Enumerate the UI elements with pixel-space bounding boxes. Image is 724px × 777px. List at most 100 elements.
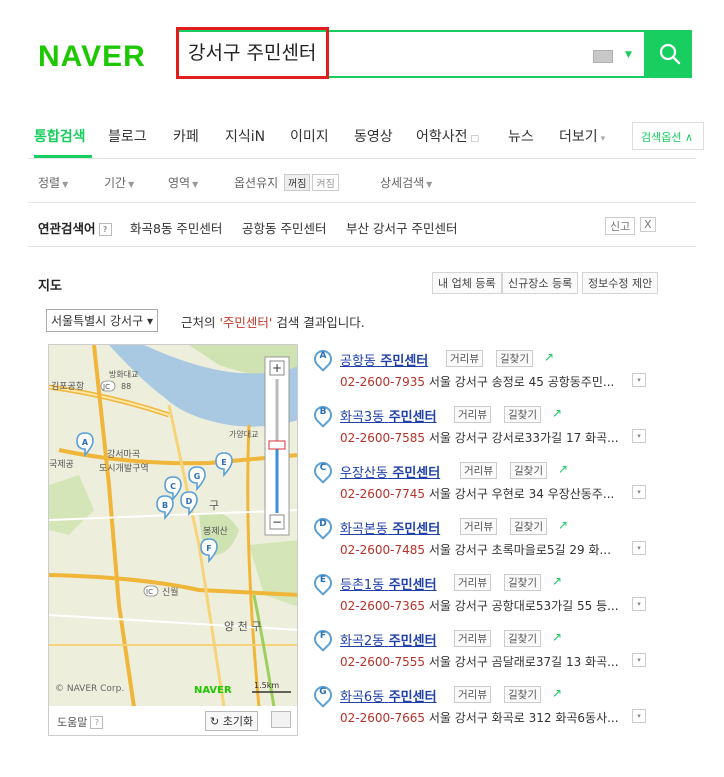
chevron-down-icon[interactable]: ▼ [625, 50, 632, 60]
active-tab-indicator [34, 155, 92, 158]
street-view-button[interactable]: 거리뷰 [460, 462, 497, 479]
place-name-link[interactable]: 공항동 주민센터 [340, 350, 428, 369]
place-name-link[interactable]: 등촌1동 주민센터 [340, 574, 437, 593]
list-item: F 화곡2동 주민센터 거리뷰 길찾기 ↗ 02-2600-7555 서울 강서… [310, 626, 694, 686]
street-view-button[interactable]: 거리뷰 [446, 350, 483, 367]
place-name-link[interactable]: 화곡2동 주민센터 [340, 630, 437, 649]
related-item[interactable]: 부산 강서구 주민센터 [346, 218, 457, 237]
expand-icon[interactable]: ▾ [632, 653, 646, 667]
tab-dictionary[interactable]: 어학사전 □ [416, 126, 479, 146]
map-label: JC [102, 383, 110, 391]
map-help[interactable]: 도움말? [57, 714, 104, 730]
tab-image[interactable]: 이미지 [290, 126, 329, 146]
tab-news[interactable]: 뉴스 [508, 126, 534, 146]
related-item[interactable]: 화곡8동 주민센터 [130, 218, 222, 237]
close-icon[interactable]: X [640, 217, 656, 232]
zoom-in-button[interactable]: + [272, 361, 282, 375]
map-label: IC [146, 588, 153, 596]
keep-option-off[interactable]: 꺼짐 [284, 174, 311, 191]
share-icon[interactable]: ↗ [544, 350, 554, 364]
share-icon[interactable]: ↗ [552, 406, 562, 420]
register-place-button[interactable]: 신규장소 등록 [502, 272, 579, 294]
query-highlight-box [176, 27, 329, 79]
naver-logo[interactable]: NAVER [38, 40, 146, 74]
share-icon[interactable]: ↗ [558, 518, 568, 532]
expand-icon[interactable]: ▾ [632, 373, 646, 387]
search-icon [659, 43, 681, 65]
tab-kin[interactable]: 지식iN [225, 126, 265, 146]
place-info: 02-2600-7935 서울 강서구 송정로 45 공항동주민... [340, 375, 615, 389]
search-options-button[interactable]: 검색옵션 ∧ [632, 122, 704, 150]
map-view[interactable]: A B C D E F G 방화대교 김포공항 JC 88 강서마곡 도시개발구… [48, 344, 298, 732]
route-button[interactable]: 길찾기 [504, 630, 541, 647]
result-summary: 근처의 '주민센터' 검색 결과입니다. [181, 315, 365, 330]
street-view-button[interactable]: 거리뷰 [454, 686, 491, 703]
tab-cafe[interactable]: 카페 [173, 126, 199, 146]
chevron-down-icon: ▼ [426, 180, 433, 189]
expand-icon[interactable]: ▾ [632, 709, 646, 723]
share-icon[interactable]: ↗ [552, 630, 562, 644]
map-watermark: NAVER [194, 685, 232, 696]
report-button[interactable]: 신고 [605, 217, 636, 235]
map-label: 신월 [162, 586, 179, 598]
map-reset-button[interactable]: ↻ 초기화 [205, 711, 259, 731]
fullscreen-icon[interactable] [271, 711, 291, 728]
related-title: 연관검색어? [38, 218, 112, 237]
map-label: 88 [121, 382, 131, 391]
related-item[interactable]: 공항동 주민센터 [242, 218, 326, 237]
tab-video[interactable]: 동영상 [354, 126, 393, 146]
tab-integrated[interactable]: 통합검색 [34, 126, 86, 146]
tab-blog[interactable]: 블로그 [108, 126, 147, 146]
filter-period[interactable]: 기간 ▼ [104, 174, 134, 191]
map-copyright: © NAVER Corp. [55, 684, 124, 694]
street-view-button[interactable]: 거리뷰 [460, 518, 497, 535]
route-button[interactable]: 길찾기 [504, 686, 541, 703]
search-button[interactable] [646, 30, 692, 78]
filter-detail[interactable]: 상세검색 ▼ [380, 174, 432, 191]
expand-icon[interactable]: ▾ [632, 541, 646, 555]
list-item: G 화곡6동 주민센터 거리뷰 길찾기 ↗ 02-2600-7665 서울 강서… [310, 682, 694, 742]
svg-text:A: A [82, 438, 89, 447]
route-button[interactable]: 길찾기 [504, 574, 541, 591]
street-view-button[interactable]: 거리뷰 [454, 574, 491, 591]
place-name-link[interactable]: 화곡6동 주민센터 [340, 686, 437, 705]
street-view-button[interactable]: 거리뷰 [454, 406, 491, 423]
list-item: A 공항동 주민센터 거리뷰 길찾기 ↗ 02-2600-7935 서울 강서구… [310, 346, 694, 406]
street-view-button[interactable]: 거리뷰 [454, 630, 491, 647]
share-icon[interactable]: ↗ [552, 686, 562, 700]
place-info: 02-2600-7485 서울 강서구 초록마을로5길 29 화... [340, 543, 611, 557]
map-label: 방화대교 [109, 369, 138, 379]
place-info: 02-2600-7745 서울 강서구 우현로 34 우장산동주... [340, 487, 615, 501]
share-icon[interactable]: ↗ [552, 574, 562, 588]
place-name-link[interactable]: 화곡본동 주민센터 [340, 518, 440, 537]
filter-area[interactable]: 영역 ▼ [168, 174, 198, 191]
zoom-slider-handle[interactable] [268, 440, 286, 450]
map-scale: 1.5km [254, 681, 279, 690]
zoom-control[interactable]: + − [264, 356, 290, 536]
keep-option-on[interactable]: 켜짐 [312, 174, 339, 191]
region-select[interactable]: 서울특별시 강서구 ▾ [46, 309, 158, 332]
expand-icon[interactable]: ▾ [632, 429, 646, 443]
register-business-button[interactable]: 내 업체 등록 [432, 272, 502, 294]
expand-icon[interactable]: ▾ [632, 597, 646, 611]
suggest-edit-button[interactable]: 정보수정 제안 [582, 272, 659, 294]
route-button[interactable]: 길찾기 [510, 518, 547, 535]
keyboard-icon[interactable] [593, 50, 613, 63]
map-canvas[interactable]: A B C D E F G 방화대교 김포공항 JC 88 강서마곡 도시개발구… [49, 345, 298, 708]
zoom-out-button[interactable]: − [272, 515, 282, 529]
route-button[interactable]: 길찾기 [496, 350, 533, 367]
map-section-title: 지도 [38, 279, 62, 294]
help-icon: ? [90, 716, 104, 729]
svg-text:D: D [186, 497, 193, 506]
expand-icon[interactable]: ▾ [632, 485, 646, 499]
filter-sort[interactable]: 정렬 ▼ [38, 174, 68, 191]
help-icon[interactable]: ? [98, 223, 112, 236]
share-icon[interactable]: ↗ [558, 462, 568, 476]
route-button[interactable]: 길찾기 [510, 462, 547, 479]
tab-more[interactable]: 더보기 ▾ [559, 126, 605, 146]
place-name-link[interactable]: 화곡3동 주민센터 [340, 406, 437, 425]
place-info: 02-2600-7365 서울 강서구 공항대로53가길 55 등... [340, 599, 619, 613]
route-button[interactable]: 길찾기 [504, 406, 541, 423]
place-name-link[interactable]: 우장산동 주민센터 [340, 462, 440, 481]
chevron-down-icon: ▼ [128, 180, 135, 189]
